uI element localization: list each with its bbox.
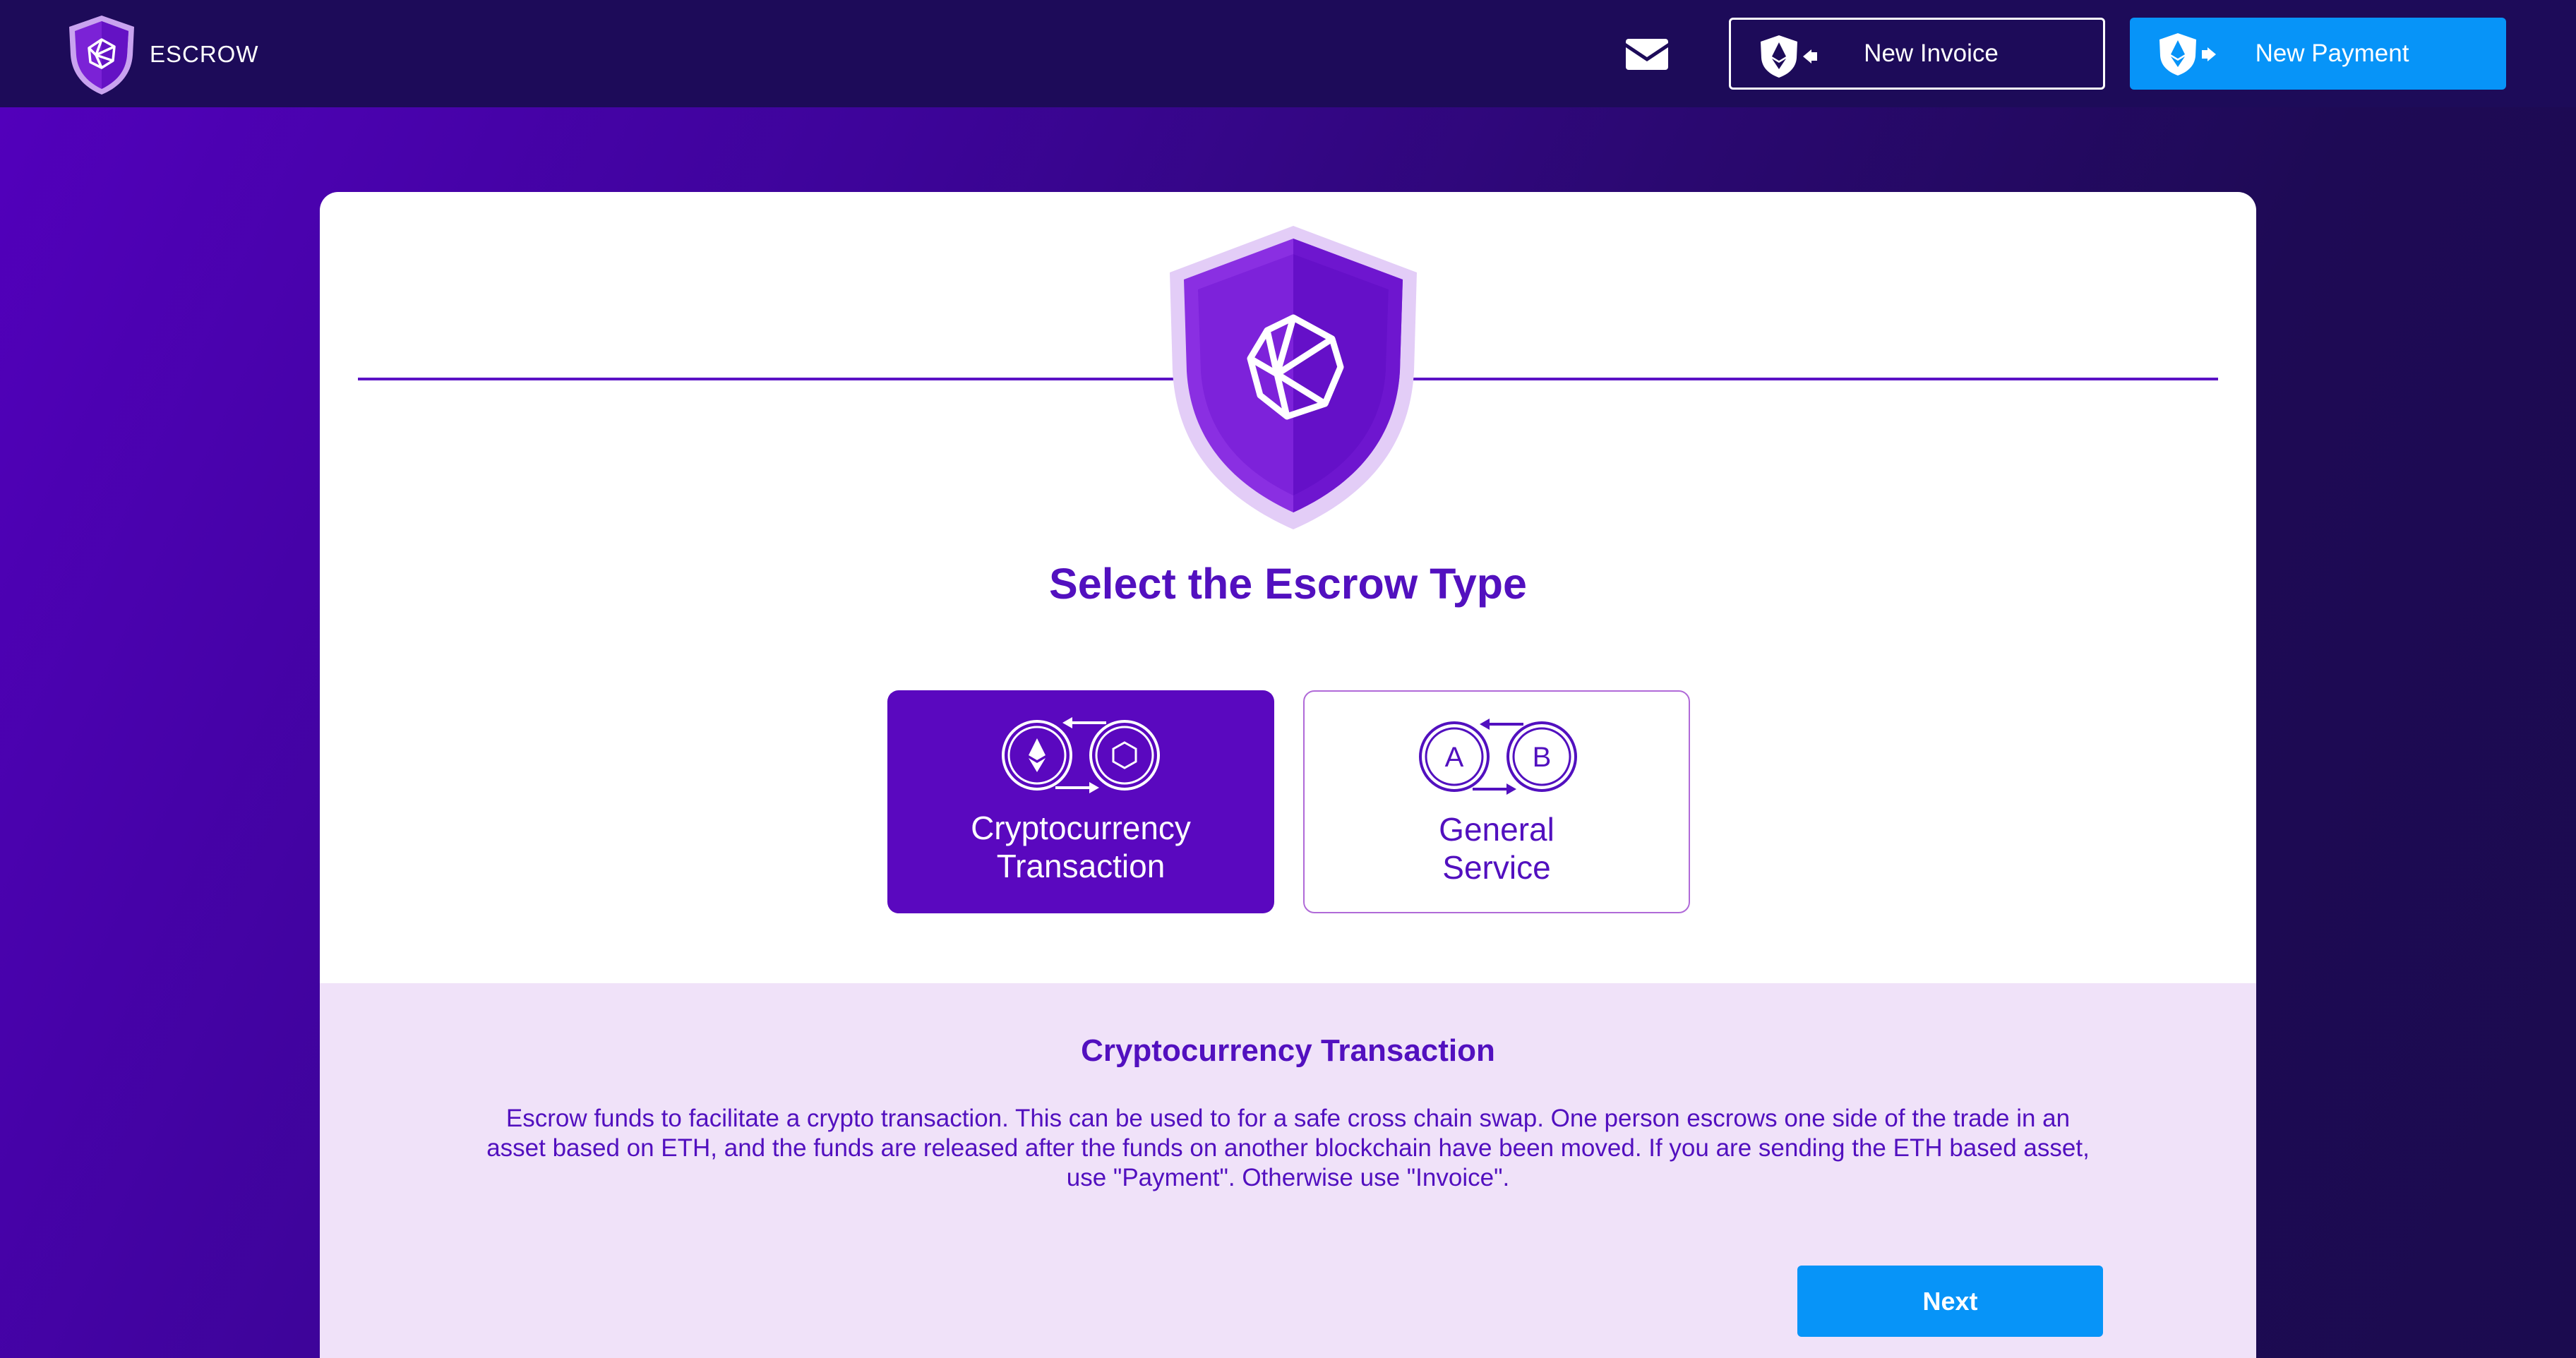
letter-b: B: [1533, 742, 1552, 773]
escrow-type-general-service-option[interactable]: A B General Service: [1303, 690, 1690, 913]
page-title: Select the Escrow Type: [1049, 560, 1527, 608]
envelope-icon[interactable]: [1626, 39, 1668, 70]
description-text: Escrow funds to facilitate a crypto tran…: [486, 1105, 2090, 1191]
new-invoice-label: New Invoice: [1864, 40, 1999, 67]
top-navigation-bar: ESCROW New Invoice New Payment: [0, 0, 2576, 107]
new-payment-button[interactable]: New Payment: [2130, 18, 2506, 90]
letter-a: A: [1445, 742, 1464, 773]
new-payment-label: New Payment: [2255, 40, 2409, 67]
escrow-type-label: Cryptocurrency Transaction: [971, 810, 1191, 884]
description-title: Cryptocurrency Transaction: [1081, 1033, 1495, 1068]
new-invoice-button[interactable]: New Invoice: [1729, 18, 2105, 90]
shield-logo-icon: [69, 16, 134, 95]
escrow-type-label: General Service: [1439, 811, 1554, 886]
divider-left: [358, 378, 1205, 380]
shield-logo-icon: [1170, 226, 1417, 529]
eth-swap-icon: [1002, 717, 1160, 793]
ab-swap-icon: A B: [1419, 719, 1577, 795]
escrow-type-card: Select the Escrow Type Cryptocurrency Tr…: [320, 192, 2256, 1358]
divider-right: [1400, 378, 2218, 380]
brand-name: ESCROW: [150, 41, 259, 67]
brand[interactable]: ESCROW: [65, 13, 259, 96]
next-button[interactable]: Next: [1797, 1266, 2103, 1337]
escrow-type-cryptocurrency-option[interactable]: Cryptocurrency Transaction: [887, 690, 1274, 913]
